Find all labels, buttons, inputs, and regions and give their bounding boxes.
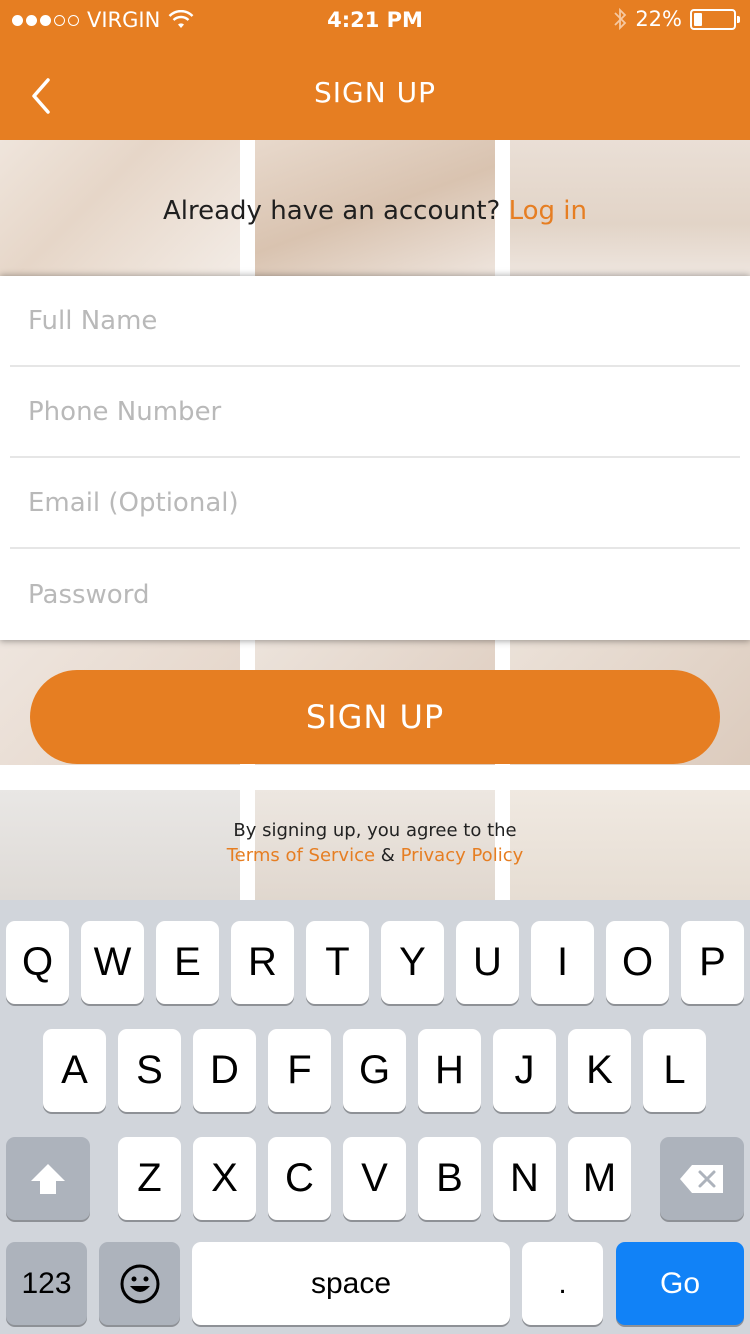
key-c[interactable]: C <box>268 1137 331 1220</box>
period-key[interactable]: . <box>522 1242 603 1325</box>
terms-line: By signing up, you agree to the <box>233 820 517 841</box>
key-i[interactable]: I <box>531 921 594 1004</box>
key-e[interactable]: E <box>156 921 219 1004</box>
key-y[interactable]: Y <box>381 921 444 1004</box>
login-prompt-text: Already have an account? <box>163 196 501 226</box>
terms-links: Terms of Service & Privacy Policy <box>0 843 750 868</box>
password-row <box>10 549 740 640</box>
shift-icon <box>31 1163 65 1194</box>
key-r[interactable]: R <box>231 921 294 1004</box>
numbers-key[interactable]: 123 <box>6 1242 87 1325</box>
key-b[interactable]: B <box>418 1137 481 1220</box>
login-link[interactable]: Log in <box>509 196 587 226</box>
backspace-key[interactable] <box>660 1137 744 1220</box>
key-h[interactable]: H <box>418 1029 481 1112</box>
page-title: SIGN UP <box>314 76 436 109</box>
battery-percent: 22% <box>635 7 682 31</box>
header-bar: VIRGIN 4:21 PM 22% SIGN UP <box>0 0 750 140</box>
key-z[interactable]: Z <box>118 1137 181 1220</box>
terms-of-service-link[interactable]: Terms of Service <box>227 845 375 866</box>
key-x[interactable]: X <box>193 1137 256 1220</box>
key-u[interactable]: U <box>456 921 519 1004</box>
terms-ampersand: & <box>380 845 395 866</box>
privacy-policy-link[interactable]: Privacy Policy <box>401 845 524 866</box>
signup-form <box>0 276 750 640</box>
key-t[interactable]: T <box>306 921 369 1004</box>
key-v[interactable]: V <box>343 1137 406 1220</box>
emoji-icon <box>120 1264 159 1303</box>
key-j[interactable]: J <box>493 1029 556 1112</box>
emoji-key[interactable] <box>99 1242 180 1325</box>
terms-notice: By signing up, you agree to the Terms of… <box>0 818 750 868</box>
email-row <box>10 458 740 549</box>
status-right: 22% <box>613 7 740 31</box>
email-input[interactable] <box>10 458 740 547</box>
go-key[interactable]: Go <box>616 1242 744 1325</box>
divider-band <box>0 765 750 790</box>
key-s[interactable]: S <box>118 1029 181 1112</box>
keyboard: Q W E R T Y U I O P A S D F G H J K L Z … <box>0 900 750 1334</box>
battery-icon <box>690 8 740 30</box>
key-m[interactable]: M <box>568 1137 631 1220</box>
key-d[interactable]: D <box>193 1029 256 1112</box>
key-f[interactable]: F <box>268 1029 331 1112</box>
key-l[interactable]: L <box>643 1029 706 1112</box>
space-key[interactable]: space <box>192 1242 510 1325</box>
key-g[interactable]: G <box>343 1029 406 1112</box>
key-k[interactable]: K <box>568 1029 631 1112</box>
phone-number-input[interactable] <box>10 367 740 456</box>
key-a[interactable]: A <box>43 1029 106 1112</box>
full-name-row <box>10 276 740 367</box>
shift-key[interactable] <box>6 1137 90 1220</box>
key-o[interactable]: O <box>606 921 669 1004</box>
key-q[interactable]: Q <box>6 921 69 1004</box>
signup-button[interactable]: SIGN UP <box>30 670 720 764</box>
status-bar: VIRGIN 4:21 PM 22% <box>0 0 750 40</box>
phone-row <box>10 367 740 458</box>
key-p[interactable]: P <box>681 921 744 1004</box>
key-n[interactable]: N <box>493 1137 556 1220</box>
backspace-icon <box>680 1164 723 1193</box>
full-name-input[interactable] <box>10 276 740 365</box>
login-prompt: Already have an account? Log in <box>0 196 750 226</box>
password-input[interactable] <box>10 549 740 640</box>
key-w[interactable]: W <box>81 921 144 1004</box>
bluetooth-icon <box>614 7 627 31</box>
